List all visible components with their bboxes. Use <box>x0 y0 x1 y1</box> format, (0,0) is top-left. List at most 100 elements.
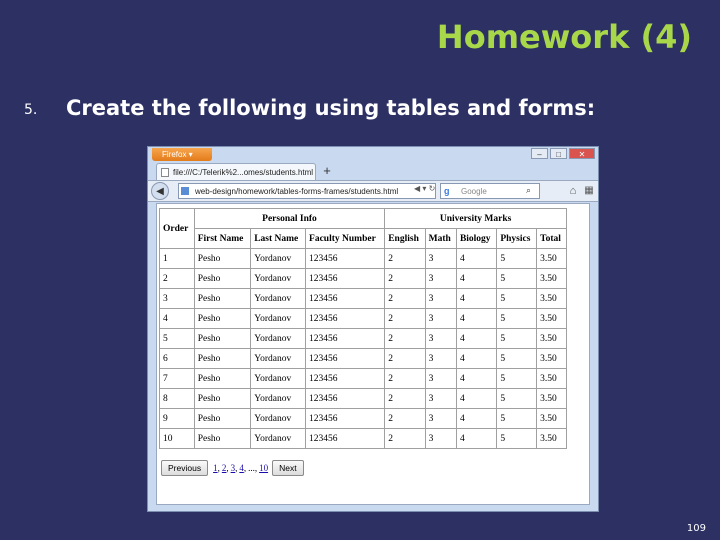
table-row: 2 Pesho Yordanov 123456 2 3 4 5 3.50 <box>159 268 567 289</box>
table-cell: Yordanov <box>250 368 307 389</box>
table-cell: 123456 <box>305 248 386 269</box>
table-cell: 2 <box>384 348 426 369</box>
previous-button[interactable]: Previous <box>161 460 209 476</box>
table-cell: 3 <box>424 388 457 409</box>
table-cell: 3 <box>424 408 457 429</box>
table-cell: Yordanov <box>250 328 307 349</box>
table-cell: 1 <box>159 248 195 269</box>
table-cell: 3 <box>424 328 457 349</box>
page-ellipsis: ... <box>248 463 255 473</box>
slide-title: Homework (4) <box>436 18 692 56</box>
home-icon[interactable]: ⌂ <box>566 184 580 198</box>
table-cell: 3 <box>424 348 457 369</box>
column-header: Total <box>536 228 567 249</box>
table-row: 1 Pesho Yordanov 123456 2 3 4 5 3.50 <box>159 248 567 269</box>
table-cell: Pesho <box>193 408 252 429</box>
search-icon[interactable]: ⌕ <box>526 185 531 196</box>
table-cell: 5 <box>496 268 538 289</box>
table-cell: 5 <box>496 308 538 329</box>
table-cell: Pesho <box>193 428 252 449</box>
table-cell: Pesho <box>193 308 252 329</box>
new-tab-button[interactable]: + <box>320 163 334 179</box>
table-cell: 4 <box>455 268 498 289</box>
table-row: 6 Pesho Yordanov 123456 2 3 4 5 3.50 <box>159 348 567 369</box>
table-cell: Pesho <box>193 328 252 349</box>
table-cell: 2 <box>384 388 426 409</box>
browser-window: Firefox ▾ – □ ✕ file:///C:/Telerik%2...o… <box>147 146 599 512</box>
table-cell: 3 <box>424 248 457 269</box>
page-link[interactable]: 10 <box>259 463 268 473</box>
table-cell: 3 <box>424 368 457 389</box>
table-cell: 3 <box>424 308 457 329</box>
next-button[interactable]: Next <box>272 460 304 476</box>
table-cell: 2 <box>384 408 426 429</box>
table-cell: 123456 <box>305 368 386 389</box>
table-row: 10 Pesho Yordanov 123456 2 3 4 5 3.50 <box>159 428 567 449</box>
students-table: Order Personal Info University Marks Fir… <box>159 208 567 449</box>
table-cell: 4 <box>455 308 498 329</box>
table-cell: Yordanov <box>250 408 307 429</box>
table-cell: 10 <box>159 428 195 449</box>
search-input[interactable]: Google <box>440 183 540 199</box>
table-cell: 3.50 <box>536 328 567 349</box>
page-separator: , <box>243 463 247 473</box>
table-cell: 5 <box>496 388 538 409</box>
browser-tab[interactable]: file:///C:/Telerik%2...omes/students.htm… <box>156 163 316 180</box>
table-row: 8 Pesho Yordanov 123456 2 3 4 5 3.50 <box>159 388 567 409</box>
column-header: Last Name <box>250 228 307 249</box>
table-cell: 7 <box>159 368 195 389</box>
column-header: English <box>384 228 426 249</box>
page-number: 109 <box>686 523 706 534</box>
personal-info-header: Personal Info <box>193 208 386 229</box>
maximize-button[interactable]: □ <box>550 148 567 159</box>
table-cell: 2 <box>384 368 426 389</box>
minimize-button[interactable]: – <box>531 148 548 159</box>
table-cell: 2 <box>384 428 426 449</box>
bookmarks-icon[interactable]: ▦ <box>582 184 596 198</box>
table-cell: 4 <box>455 408 498 429</box>
navigation-bar: ◀ web-design/homework/tables-forms-frame… <box>148 180 598 202</box>
table-cell: 123456 <box>305 408 386 429</box>
firefox-menu-button[interactable]: Firefox ▾ <box>152 148 212 161</box>
reload-icon[interactable]: ◀ ▾ ↻ <box>414 184 435 193</box>
table-cell: 4 <box>455 328 498 349</box>
url-bar[interactable]: web-design/homework/tables-forms-frames/… <box>178 183 436 199</box>
back-arrow-icon[interactable]: ◀ <box>151 182 169 200</box>
table-row: 5 Pesho Yordanov 123456 2 3 4 5 3.50 <box>159 328 567 349</box>
bullet-number: 5. <box>24 102 38 118</box>
table-cell: Pesho <box>193 368 252 389</box>
table-cell: Pesho <box>193 288 252 309</box>
page-separator: , <box>226 463 229 473</box>
column-header: Biology <box>455 228 498 249</box>
table-cell: Yordanov <box>250 348 307 369</box>
close-button[interactable]: ✕ <box>569 148 595 159</box>
google-icon: g <box>444 186 450 196</box>
column-header: Physics <box>496 228 538 249</box>
table-cell: 4 <box>455 388 498 409</box>
table-row: 9 Pesho Yordanov 123456 2 3 4 5 3.50 <box>159 408 567 429</box>
page-separator: , <box>235 463 238 473</box>
table-cell: Yordanov <box>250 308 307 329</box>
table-cell: 3 <box>159 288 195 309</box>
table-cell: 123456 <box>305 428 386 449</box>
table-cell: Pesho <box>193 268 252 289</box>
page-separator: , <box>217 463 220 473</box>
table-cell: 8 <box>159 388 195 409</box>
table-cell: 4 <box>455 348 498 369</box>
table-cell: 2 <box>384 248 426 269</box>
table-cell: 5 <box>496 328 538 349</box>
table-cell: 3.50 <box>536 268 567 289</box>
table-cell: 123456 <box>305 388 386 409</box>
table-cell: 2 <box>384 328 426 349</box>
page-content: Order Personal Info University Marks Fir… <box>156 203 590 505</box>
bullet-text: Create the following using tables and fo… <box>66 96 596 120</box>
table-cell: 5 <box>496 408 538 429</box>
table-cell: Yordanov <box>250 388 307 409</box>
table-cell: 3.50 <box>536 288 567 309</box>
table-row: 4 Pesho Yordanov 123456 2 3 4 5 3.50 <box>159 308 567 329</box>
table-cell: 123456 <box>305 288 386 309</box>
table-cell: Pesho <box>193 388 252 409</box>
table-cell: 123456 <box>305 348 386 369</box>
university-marks-header: University Marks <box>384 208 567 229</box>
table-cell: 5 <box>496 248 538 269</box>
